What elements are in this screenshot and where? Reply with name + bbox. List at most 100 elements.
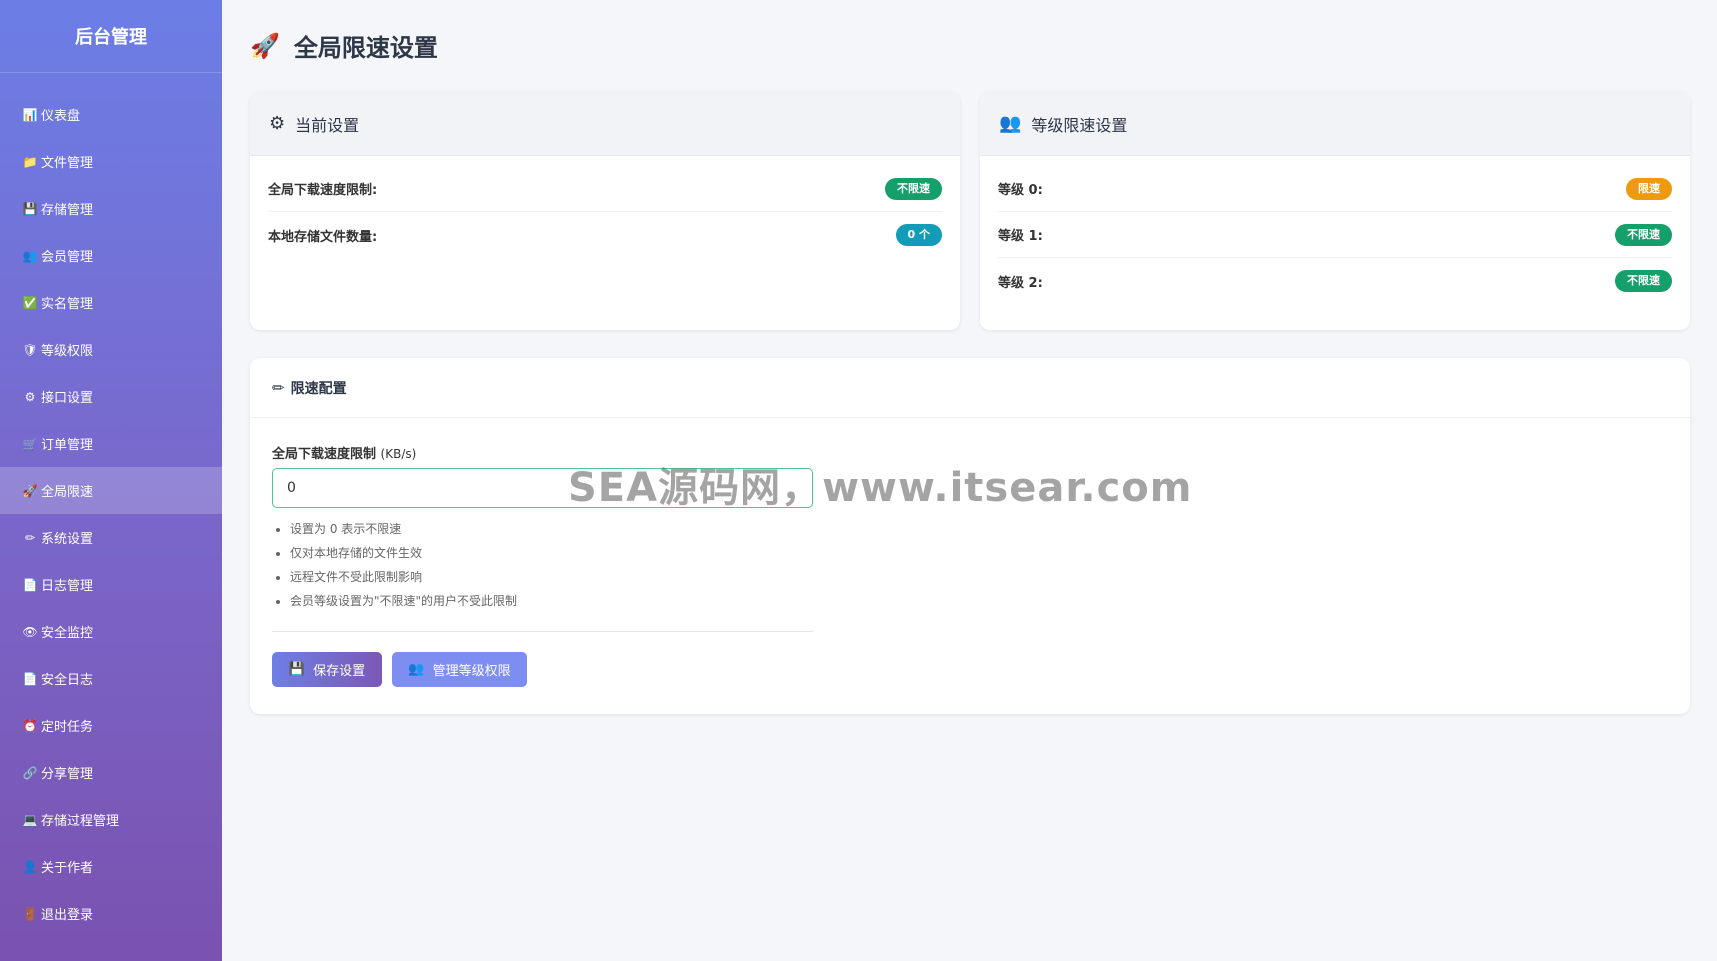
setting-label: 本地存储文件数量: [268,229,378,245]
sidebar-item-label: 日志管理 [41,579,94,594]
manage-level-permissions-label: 管理等级权限 [432,664,511,679]
status-badge: 限速 [1626,177,1672,200]
sidebar-item-label: 接口设置 [41,391,94,406]
users-icon: 👥 [999,113,1022,134]
field-label-text: 全局下载速度限制 [272,447,377,462]
level-row-2: 等级 2: 不限速 [998,258,1672,304]
main-content: 🚀 全局限速设置 ⚙ 当前设置 全局下载速度限制: 不限速 本地存储文件数量: … [222,0,1717,961]
sidebar-item-logout[interactable]: 🚪 退出登录 [0,890,222,937]
count-badge: 0 个 [895,224,942,246]
level-speed-settings-title: 等级限速设置 [1031,115,1128,135]
link-icon: 🔗 [22,765,38,780]
floppy-disk-icon: 💾 [288,662,306,677]
sidebar-item-logs[interactable]: 📄 日志管理 [0,561,222,608]
current-settings-body: 全局下载速度限制: 不限速 本地存储文件数量: 0 个 [250,156,960,258]
users-icon: 👥 [22,248,38,263]
setting-row-local-file-count: 本地存储文件数量: 0 个 [268,212,942,258]
sidebar-item-members[interactable]: 👥 会员管理 [0,232,222,279]
cart-icon: 🛒 [22,436,38,451]
speed-limit-input[interactable] [272,468,813,508]
sidebar-item-label: 仪表盘 [41,109,81,124]
sidebar-item-label: 订单管理 [41,438,94,453]
pencil-icon: ✏ [272,378,285,397]
gear-icon: ⚙ [269,113,286,134]
chart-icon: 📊 [22,107,38,122]
level-label: 等级 2: [998,275,1043,291]
document-icon: 📄 [22,577,38,592]
user-icon: 👤 [22,859,38,874]
sidebar-item-realname[interactable]: ✅ 实名管理 [0,279,222,326]
save-settings-button[interactable]: 💾 保存设置 [272,652,382,687]
field-unit-text: (KB/s) [380,447,417,461]
manage-level-permissions-button[interactable]: 👥 管理等级权限 [392,652,527,687]
status-badge: 不限速 [885,177,942,200]
sidebar-item-label: 关于作者 [41,861,94,876]
alarm-clock-icon: ⏰ [22,718,38,733]
gear-icon: ⚙ [24,389,36,404]
rocket-icon: 🚀 [22,483,38,498]
sidebar-item-label: 等级权限 [41,344,94,359]
level-row-1: 等级 1: 不限速 [998,212,1672,258]
level-row-0: 等级 0: 限速 [998,166,1672,212]
speed-limit-config-title: 限速配置 [290,380,347,397]
hint-item: 仅对本地存储的文件生效 [290,545,517,569]
level-speed-settings-header: 👥 等级限速设置 [980,92,1690,156]
sidebar-brand: 后台管理 [0,0,222,73]
sidebar-item-level-permissions[interactable]: 🛡 等级权限 [0,326,222,373]
hint-item: 会员等级设置为"不限速"的用户不受此限制 [290,593,517,617]
setting-row-global-speed: 全局下载速度限制: 不限速 [268,166,942,212]
sidebar-item-storage[interactable]: 💾 存储管理 [0,185,222,232]
page-title-text: 全局限速设置 [293,34,438,62]
speed-limit-config-header: ✏ 限速配置 [250,358,1690,418]
sidebar-item-about-author[interactable]: 👤 关于作者 [0,843,222,890]
sidebar-item-label: 实名管理 [41,297,94,312]
check-box-icon: ✅ [22,295,38,310]
status-badge: 不限速 [1615,223,1672,246]
laptop-icon: 💻 [22,812,38,827]
sidebar-item-system-settings[interactable]: ✏ 系统设置 [0,514,222,561]
sidebar-item-label: 会员管理 [41,250,94,265]
level-label: 等级 0: [998,183,1043,198]
speed-limit-hints: 设置为 0 表示不限速 仅对本地存储的文件生效 远程文件不受此限制影响 会员等级… [290,521,517,617]
speed-limit-field-label: 全局下载速度限制 (KB/s) [272,443,416,462]
sidebar-item-label: 全局限速 [41,485,94,500]
sidebar-item-stored-procedures[interactable]: 💻 存储过程管理 [0,796,222,843]
sidebar-item-label: 定时任务 [41,720,94,735]
divider [272,631,813,632]
current-settings-header: ⚙ 当前设置 [250,92,960,156]
level-speed-settings-card: 👥 等级限速设置 等级 0: 限速 等级 1: 不限速 等级 2: 不限速 [980,92,1690,330]
level-label: 等级 1: [998,229,1043,244]
sidebar-item-files[interactable]: 📁 文件管理 [0,138,222,185]
sidebar-item-shares[interactable]: 🔗 分享管理 [0,749,222,796]
hint-item: 远程文件不受此限制影响 [290,569,517,593]
sidebar: 后台管理 📊 仪表盘 📁 文件管理 💾 存储管理 👥 会员管理 ✅ 实名管理 🛡 等级权限 … [0,0,222,961]
setting-label: 全局下载速度限制: [268,183,378,198]
current-settings-card: ⚙ 当前设置 全局下载速度限制: 不限速 本地存储文件数量: 0 个 [250,92,960,330]
sidebar-item-label: 安全日志 [41,673,94,688]
level-speed-settings-body: 等级 0: 限速 等级 1: 不限速 等级 2: 不限速 [980,156,1690,304]
sidebar-item-global-speed-limit[interactable]: 🚀 全局限速 [0,467,222,514]
rocket-icon: 🚀 [250,31,280,60]
sidebar-item-label: 分享管理 [41,767,94,782]
pencil-icon: ✏ [24,530,36,545]
sidebar-item-label: 退出登录 [41,908,94,923]
sidebar-item-api-settings[interactable]: ⚙ 接口设置 [0,373,222,420]
floppy-disk-icon: 💾 [22,201,38,216]
sidebar-item-scheduled-tasks[interactable]: ⏰ 定时任务 [0,702,222,749]
sidebar-item-label: 文件管理 [41,156,94,171]
status-badge: 不限速 [1615,270,1672,292]
sidebar-item-label: 安全监控 [41,626,94,641]
hint-item: 设置为 0 表示不限速 [290,521,517,545]
sidebar-nav: 📊 仪表盘 📁 文件管理 💾 存储管理 👥 会员管理 ✅ 实名管理 🛡 等级权限 ⚙ 接口设置… [0,73,222,937]
sidebar-item-security-logs[interactable]: 📄 安全日志 [0,655,222,702]
sidebar-item-security-monitor[interactable]: 👁 安全监控 [0,608,222,655]
current-settings-title: 当前设置 [295,115,360,135]
sidebar-item-label: 系统设置 [41,532,94,547]
sidebar-item-label: 存储过程管理 [41,814,120,829]
save-settings-label: 保存设置 [313,664,366,679]
sidebar-item-dashboard[interactable]: 📊 仪表盘 [0,91,222,138]
shield-icon: 🛡 [22,342,38,357]
sidebar-item-orders[interactable]: 🛒 订单管理 [0,420,222,467]
document-icon: 📄 [22,671,38,686]
folder-icon: 📁 [22,154,38,169]
